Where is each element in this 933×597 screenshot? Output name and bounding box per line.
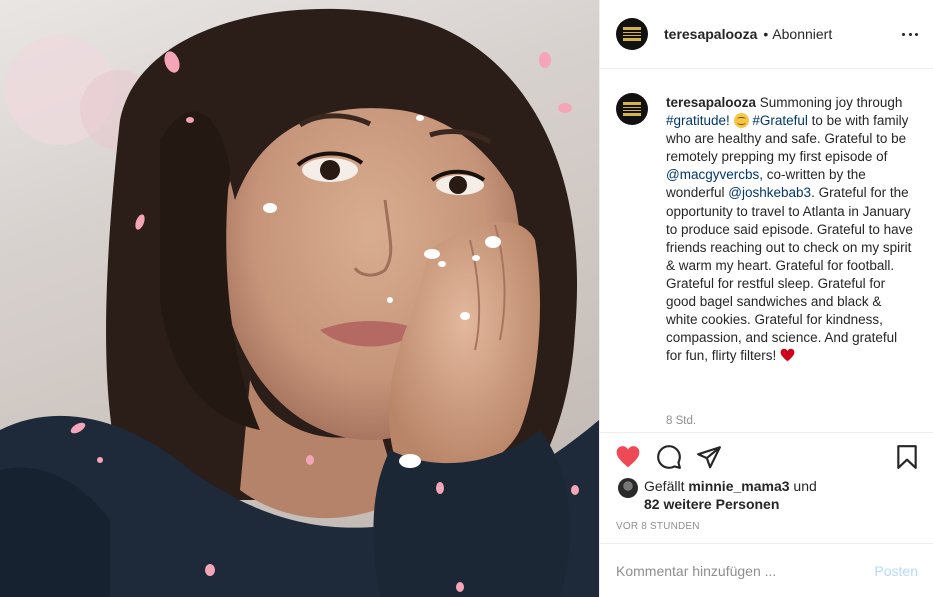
post-timestamp[interactable]: VOR 8 STUNDEN (616, 521, 700, 532)
likes-others[interactable]: 82 weitere Personen (644, 496, 779, 512)
action-bar (600, 432, 933, 482)
selfie-image (0, 8, 599, 597)
mention-joshkebab3[interactable]: @joshkebab3 (728, 185, 811, 200)
follow-status[interactable]: Abonniert (772, 26, 832, 42)
logo-icon (623, 27, 641, 41)
post-photo[interactable] (0, 0, 599, 597)
more-options-icon[interactable] (902, 26, 918, 42)
mention-macgyvercbs[interactable]: @macgyvercbs (666, 167, 759, 182)
post-header: teresapalooza • Abonniert (600, 0, 933, 69)
liker-avatar[interactable] (618, 478, 638, 498)
likes-line: Gefällt minnie_mama3 und (644, 478, 817, 494)
avatar[interactable] (616, 18, 648, 50)
share-icon[interactable] (696, 444, 722, 470)
caption-segment: . Grateful for the opportunity to travel… (666, 185, 913, 364)
comment-input[interactable] (616, 563, 846, 579)
caption-username[interactable]: teresapalooza (666, 95, 756, 110)
hashtag-gratitude[interactable]: #gratitude! (666, 113, 730, 128)
post-comment-button[interactable]: Posten (874, 563, 918, 579)
bookmark-icon[interactable] (894, 444, 920, 470)
caption-text: teresapalooza Summoning joy through #gra… (666, 94, 914, 365)
caption-area: teresapalooza Summoning joy through #gra… (600, 69, 933, 432)
separator-dot: • (763, 26, 769, 42)
likes-and: und (789, 478, 817, 494)
like-heart-icon[interactable] (615, 444, 641, 470)
caption-avatar[interactable] (616, 93, 648, 125)
header-username[interactable]: teresapalooza (664, 26, 757, 42)
comment-icon[interactable] (656, 444, 682, 470)
hashtag-grateful[interactable]: #Grateful (752, 113, 808, 128)
likes-prefix: Gefällt (644, 478, 689, 494)
red-heart-emoji-icon (780, 349, 795, 362)
smile-emoji-icon (733, 113, 749, 129)
likes-summary: Gefällt minnie_mama3 und 82 weitere Pers… (616, 477, 926, 517)
caption-timestamp[interactable]: 8 Std. (666, 415, 696, 427)
liker-username[interactable]: minnie_mama3 (688, 478, 789, 494)
comment-bar: Posten (600, 543, 933, 597)
post-sidebar: teresapalooza • Abonniert teresapalooza … (599, 0, 933, 597)
caption-segment: Summoning joy through (756, 95, 903, 110)
logo-icon (623, 102, 641, 116)
